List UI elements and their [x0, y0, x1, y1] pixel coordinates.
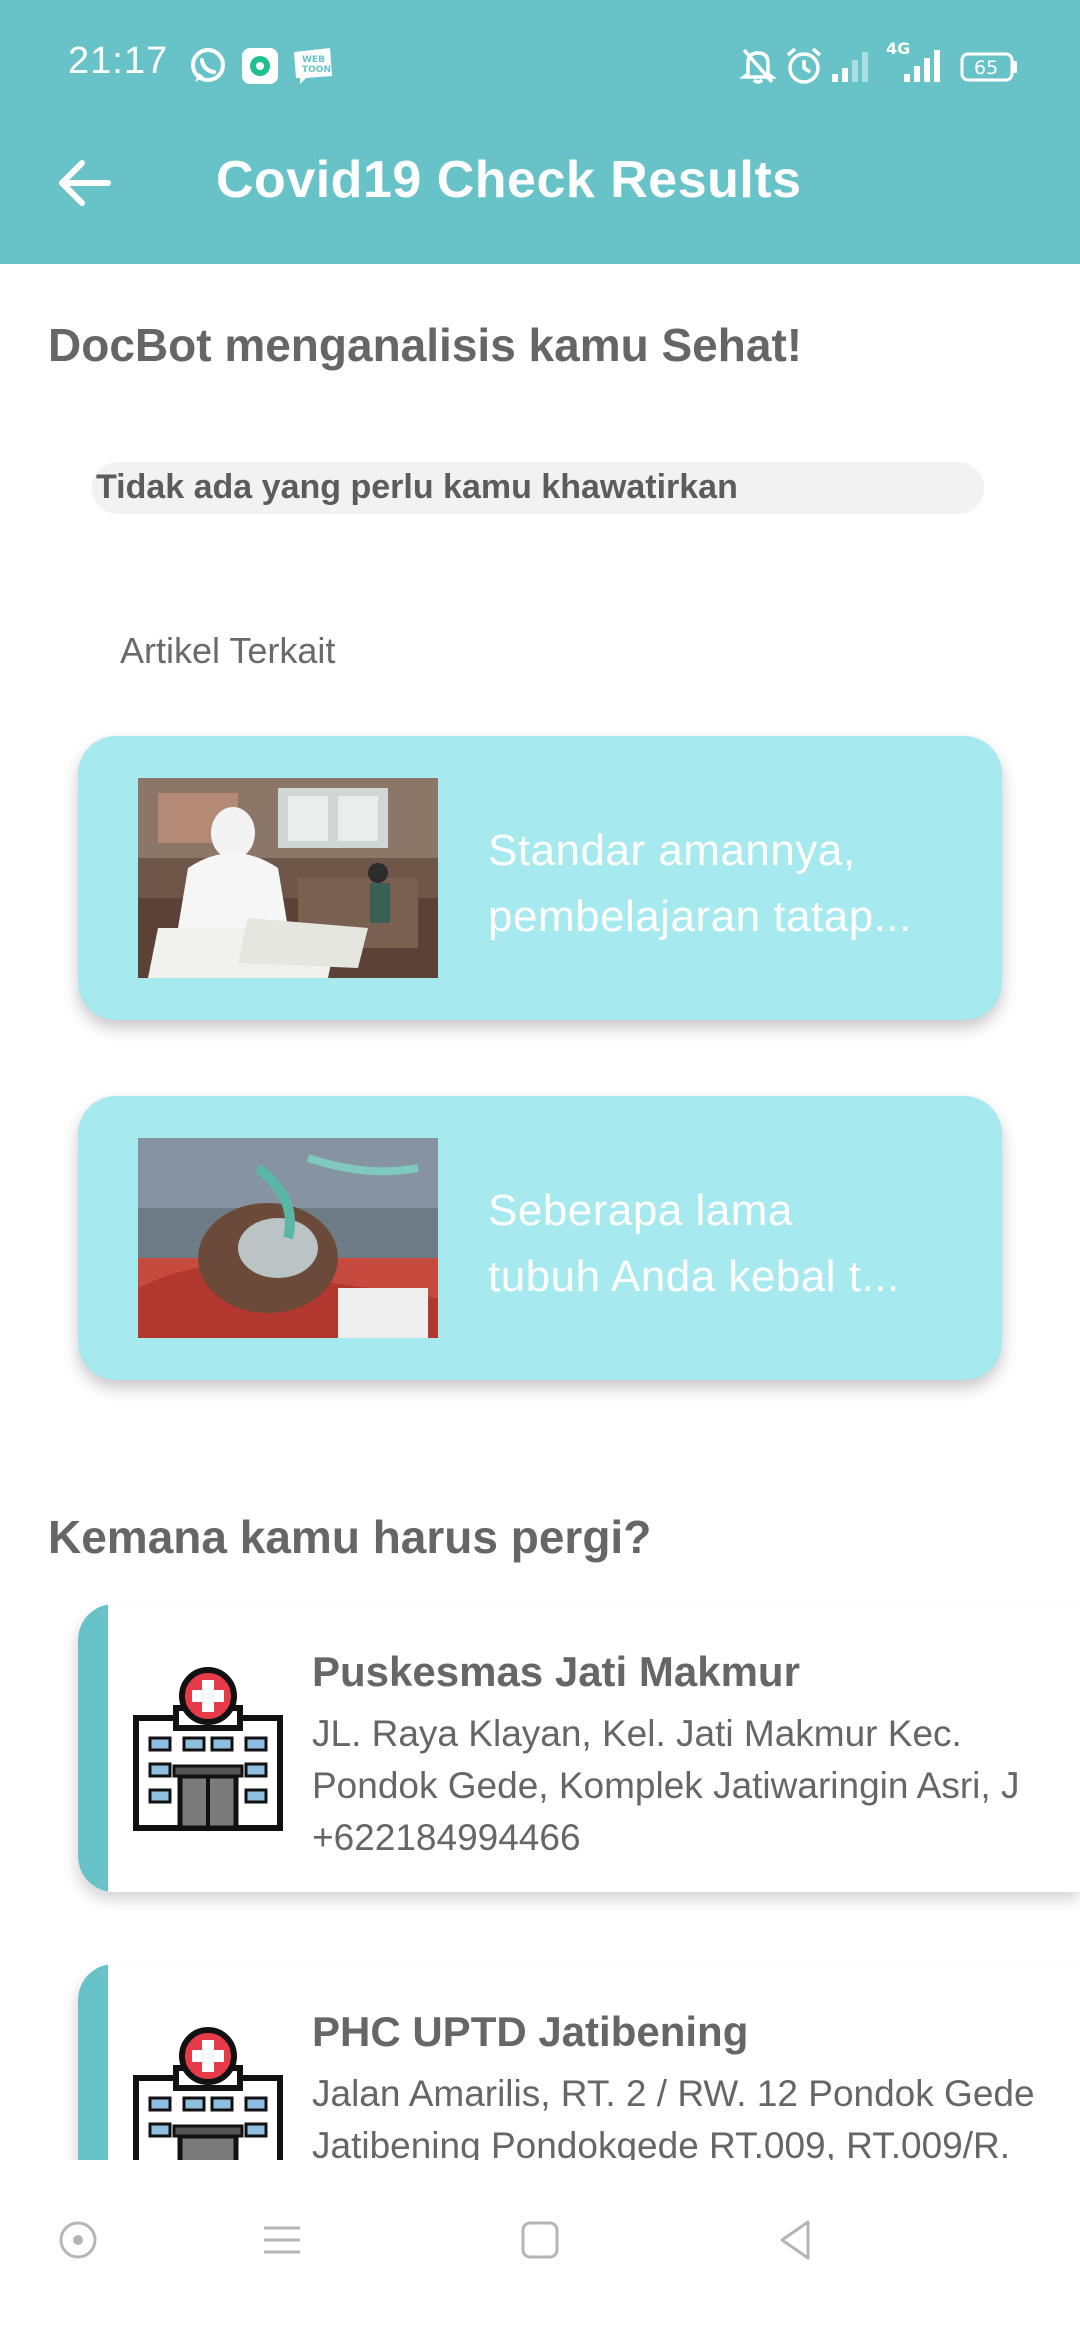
place-accent-stripe — [78, 1964, 108, 2160]
assistant-button[interactable] — [48, 2210, 108, 2270]
hospital-icon — [128, 1666, 288, 1832]
webtoon-icon: WEB TOON — [292, 46, 334, 91]
hamburger-icon — [264, 2226, 300, 2254]
place-address-line: Jatibening Pondokgede RT.009, RT.009/R. — [312, 2125, 1011, 2160]
result-headline: DocBot menganalisis kamu Sehat! — [48, 319, 803, 371]
status-bar: 21:17 WEB TOON 4G 65 — [0, 0, 1080, 130]
place-phone: +622184994466 — [312, 1817, 581, 1858]
place-details: Jalan Amarilis, RT. 2 / RW. 12 Pondok Ge… — [312, 2068, 1052, 2160]
menu-button[interactable] — [252, 2210, 312, 2270]
battery-level: 65 — [974, 57, 998, 79]
back-button[interactable] — [52, 150, 122, 216]
article-title-line: Standar amannya, — [488, 826, 856, 875]
article-card[interactable]: Standar amannya, pembelajaran tatap... — [78, 736, 1002, 1020]
place-address-line: Jalan Amarilis, RT. 2 / RW. 12 Pondok Ge… — [312, 2073, 1035, 2114]
signal-4g-icon: 4G — [884, 38, 944, 91]
article-thumbnail — [138, 1138, 438, 1338]
place-card[interactable]: Puskesmas Jati Makmur JL. Raya Klayan, K… — [78, 1604, 1080, 1892]
triangle-back-icon — [780, 2220, 810, 2260]
circle-dot-icon — [59, 2221, 97, 2259]
signal-icon — [830, 46, 870, 91]
places-list[interactable]: Puskesmas Jati Makmur JL. Raya Klayan, K… — [0, 1470, 1080, 2160]
status-time: 21:17 — [68, 40, 169, 82]
hospital-icon — [128, 2026, 288, 2160]
app-bar: 21:17 WEB TOON 4G 65 Covid19 Check Resul… — [0, 0, 1080, 264]
home-button[interactable] — [510, 2210, 570, 2270]
svg-text:WEB: WEB — [302, 55, 325, 65]
whatsapp-icon — [188, 46, 228, 91]
place-accent-stripe — [78, 1604, 108, 1892]
battery-icon: 65 — [960, 46, 1020, 91]
chat-app-icon — [240, 46, 280, 91]
system-nav-bar — [0, 2160, 1080, 2340]
article-title: Seberapa lama tubuh Anda kebal t... — [488, 1178, 968, 1310]
article-title-line: tubuh Anda kebal t... — [488, 1252, 900, 1301]
page-title: Covid19 Check Results — [216, 151, 802, 209]
svg-text:TOON: TOON — [302, 65, 331, 75]
article-thumbnail — [138, 778, 438, 978]
place-name: PHC UPTD Jatibening — [312, 2008, 749, 2055]
alarm-icon — [784, 46, 824, 91]
article-title-line: Seberapa lama — [488, 1186, 793, 1235]
related-articles-label: Artikel Terkait — [120, 630, 336, 671]
place-name: Puskesmas Jati Makmur — [312, 1648, 800, 1695]
back-nav-button[interactable] — [766, 2210, 826, 2270]
network-type-label: 4G — [886, 39, 910, 58]
article-title-line: pembelajaran tatap... — [488, 892, 912, 941]
arrow-left-icon — [59, 160, 111, 206]
place-card[interactable]: PHC UPTD Jatibening Jalan Amarilis, RT. … — [78, 1964, 1080, 2160]
square-icon — [521, 2221, 559, 2259]
article-title: Standar amannya, pembelajaran tatap... — [488, 818, 968, 950]
place-address-line: Pondok Gede, Komplek Jatiwaringin Asri, … — [312, 1765, 1020, 1806]
article-card[interactable]: Seberapa lama tubuh Anda kebal t... — [78, 1096, 1002, 1380]
mute-icon — [738, 46, 778, 91]
result-note: Tidak ada yang perlu kamu khawatirkan — [96, 468, 738, 506]
place-address-line: JL. Raya Klayan, Kel. Jati Makmur Kec. — [312, 1713, 962, 1754]
place-details: JL. Raya Klayan, Kel. Jati Makmur Kec. P… — [312, 1708, 1052, 1864]
